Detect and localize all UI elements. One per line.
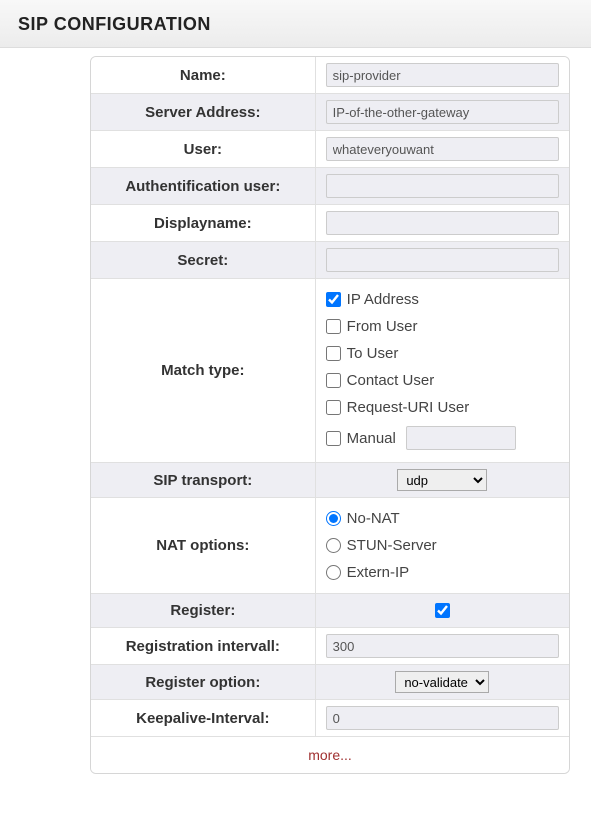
page-header: SIP CONFIGURATION [0,0,591,48]
nat-extern-radio[interactable] [326,565,341,580]
name-input[interactable] [326,63,559,87]
keepalive-input[interactable] [326,706,559,730]
row-secret: Secret: [91,242,569,279]
reginterval-input[interactable] [326,634,559,658]
label-siptransport: SIP transport: [91,463,316,497]
row-nat: NAT options: No-NAT STUN-Server Extern-I… [91,498,569,594]
row-matchtype: Match type: IP Address From User To User [91,279,569,463]
matchtype-list: IP Address From User To User Contact Use… [326,285,559,456]
row-displayname: Displayname: [91,205,569,242]
label-secret: Secret: [91,242,316,278]
nat-nonat[interactable]: No-NAT [326,510,559,527]
row-server: Server Address: [91,94,569,131]
authuser-input[interactable] [326,174,559,198]
label-server: Server Address: [91,94,316,130]
matchtype-ip-checkbox[interactable] [326,292,341,307]
label-user: User: [91,131,316,167]
label-displayname: Displayname: [91,205,316,241]
matchtype-requri[interactable]: Request-URI User [326,399,559,416]
matchtype-manual-checkbox[interactable] [326,431,341,446]
page-title: SIP CONFIGURATION [18,14,573,35]
row-register: Register: [91,594,569,628]
secret-input[interactable] [326,248,559,272]
row-regoption: Register option: no-validate [91,665,569,700]
label-keepalive: Keepalive-Interval: [91,700,316,736]
row-siptransport: SIP transport: udp [91,463,569,498]
row-name: Name: [91,57,569,94]
label-name: Name: [91,57,316,93]
label-matchtype: Match type: [91,279,316,462]
register-checkbox[interactable] [435,603,450,618]
matchtype-contactuser-checkbox[interactable] [326,373,341,388]
matchtype-fromuser[interactable]: From User [326,318,559,335]
nat-stun-radio[interactable] [326,538,341,553]
matchtype-contactuser[interactable]: Contact User [326,372,559,389]
more-row: more... [91,737,569,773]
matchtype-touser[interactable]: To User [326,345,559,362]
nat-nonat-radio[interactable] [326,511,341,526]
nat-list: No-NAT STUN-Server Extern-IP [326,504,559,587]
matchtype-touser-checkbox[interactable] [326,346,341,361]
siptransport-select[interactable]: udp [397,469,487,491]
row-user: User: [91,131,569,168]
label-nat: NAT options: [91,498,316,593]
label-regoption: Register option: [91,665,316,699]
row-reginterval: Registration intervall: [91,628,569,665]
regoption-select[interactable]: no-validate [395,671,489,693]
matchtype-ip[interactable]: IP Address [326,291,559,308]
matchtype-manual-input[interactable] [406,426,516,450]
server-input[interactable] [326,100,559,124]
nat-extern[interactable]: Extern-IP [326,564,559,581]
label-authuser: Authentification user: [91,168,316,204]
label-reginterval: Registration intervall: [91,628,316,664]
row-keepalive: Keepalive-Interval: [91,700,569,737]
matchtype-manual[interactable]: Manual [326,426,559,450]
row-authuser: Authentification user: [91,168,569,205]
displayname-input[interactable] [326,211,559,235]
matchtype-fromuser-checkbox[interactable] [326,319,341,334]
label-register: Register: [91,594,316,627]
user-input[interactable] [326,137,559,161]
matchtype-requri-checkbox[interactable] [326,400,341,415]
nat-stun[interactable]: STUN-Server [326,537,559,554]
sip-config-panel: Name: Server Address: User: Authentifica… [90,56,570,774]
more-link[interactable]: more... [308,747,352,763]
